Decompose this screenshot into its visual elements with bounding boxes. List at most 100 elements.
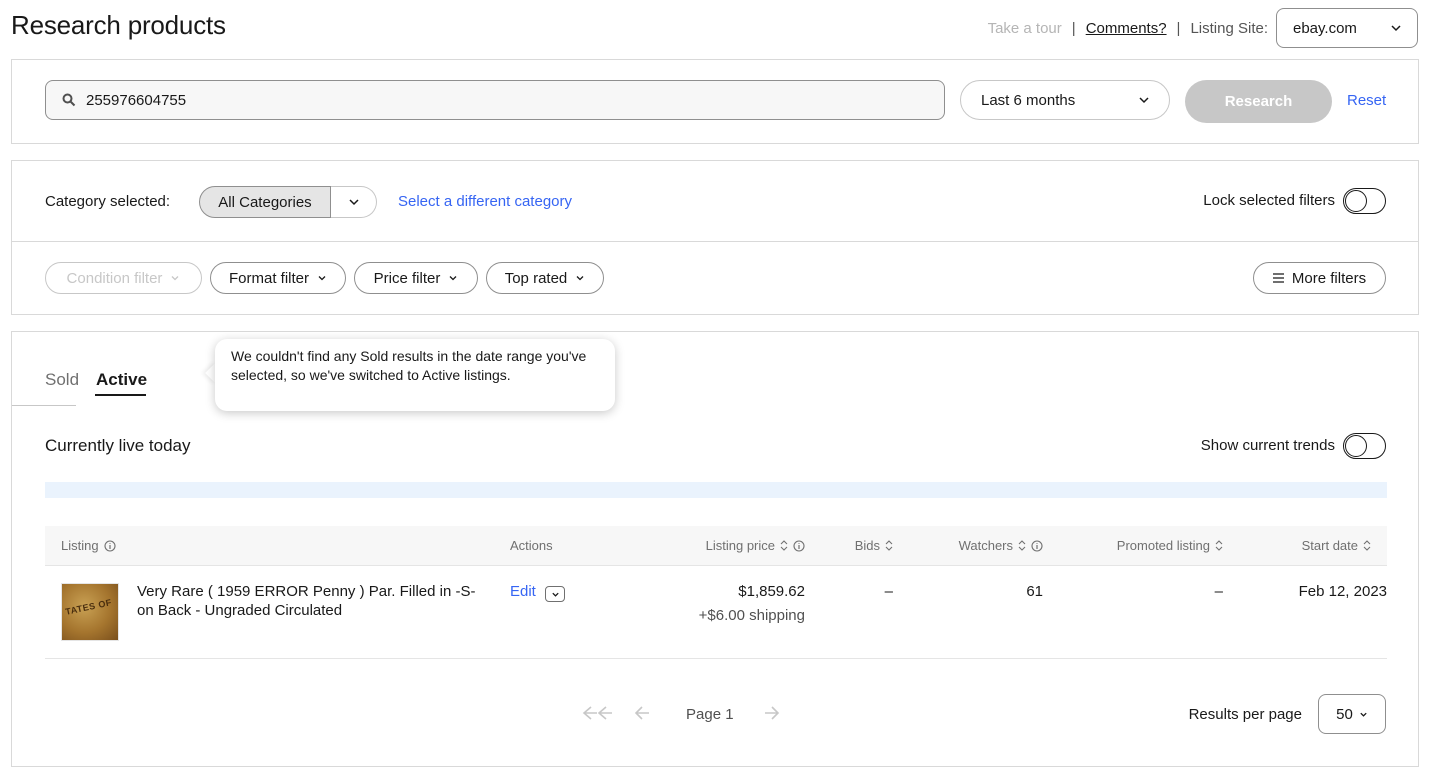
- date-range-select[interactable]: Last 6 months: [960, 80, 1170, 120]
- shipping-cost: +$6.00 shipping: [698, 607, 805, 624]
- info-icon[interactable]: [104, 539, 116, 552]
- chevron-down-icon: [348, 199, 359, 206]
- lock-filters-label: Lock selected filters: [1203, 192, 1335, 209]
- price-filter-button[interactable]: Price filter: [354, 262, 478, 294]
- column-header-watchers[interactable]: Watchers: [959, 538, 1043, 553]
- listing-thumbnail[interactable]: TATES OF: [61, 583, 119, 641]
- sort-icon[interactable]: [1363, 539, 1371, 552]
- chevron-down-icon: [171, 276, 179, 281]
- separator: |: [1071, 19, 1076, 37]
- show-trends-label: Show current trends: [1200, 437, 1335, 454]
- page-title: Research products: [11, 10, 226, 40]
- chevron-down-icon: [449, 276, 457, 281]
- chevron-down-icon: [318, 276, 326, 281]
- research-button[interactable]: Research: [1185, 80, 1332, 123]
- edit-link[interactable]: Edit: [510, 583, 536, 600]
- date-range-value: Last 6 months: [981, 91, 1076, 109]
- tab-sold[interactable]: Sold: [45, 370, 79, 390]
- top-rated-label: Top rated: [504, 269, 568, 287]
- column-header-start-date[interactable]: Start date: [1302, 538, 1371, 553]
- condition-filter-button[interactable]: Condition filter: [45, 262, 202, 294]
- select-different-category-link[interactable]: Select a different category: [398, 193, 572, 210]
- chevron-down-icon: [1139, 97, 1149, 104]
- promoted-value: –: [1214, 583, 1223, 600]
- column-label: Watchers: [958, 538, 1013, 553]
- table-header: Listing Actions Listing price Bids Watch…: [45, 526, 1387, 566]
- column-label: Listing price: [705, 538, 775, 553]
- format-filter-button[interactable]: Format filter: [210, 262, 346, 294]
- more-filters-button[interactable]: More filters: [1253, 262, 1386, 294]
- category-label: Category selected:: [45, 193, 171, 210]
- sort-icon[interactable]: [1018, 539, 1026, 552]
- active-tab-indicator: [95, 394, 146, 396]
- tab-active[interactable]: Active: [96, 370, 147, 390]
- reset-link[interactable]: Reset: [1347, 92, 1386, 109]
- column-header-listing-price[interactable]: Listing price: [706, 538, 805, 553]
- column-header-bids[interactable]: Bids: [855, 538, 893, 553]
- lock-filters-toggle[interactable]: [1343, 188, 1386, 214]
- take-a-tour-link[interactable]: Take a tour: [988, 20, 1062, 37]
- comments-link[interactable]: Comments?: [1086, 20, 1167, 37]
- start-date-value: Feb 12, 2023: [1298, 583, 1387, 600]
- sort-icon[interactable]: [780, 539, 788, 552]
- listing-title[interactable]: Very Rare ( 1959 ERROR Penny ) Par. Fill…: [137, 582, 487, 620]
- column-header-promoted[interactable]: Promoted listing: [1117, 538, 1223, 553]
- listing-site-value: ebay.com: [1293, 19, 1357, 37]
- category-selector: All Categories: [199, 186, 377, 218]
- column-header-actions: Actions: [510, 538, 553, 553]
- separator: |: [1176, 19, 1181, 37]
- search-panel: Last 6 months Research Reset: [11, 59, 1419, 144]
- first-page-icon[interactable]: [582, 705, 614, 721]
- section-title: Currently live today: [45, 436, 191, 455]
- results-per-page-label: Results per page: [1188, 706, 1302, 723]
- top-links: Take a tour | Comments? | Listing Site: …: [988, 8, 1418, 48]
- edit-dropdown-button[interactable]: [545, 586, 565, 602]
- menu-icon: [1272, 273, 1284, 283]
- column-label: Promoted listing: [1116, 538, 1210, 553]
- column-label: Listing: [61, 538, 99, 553]
- condition-filter-label: Condition filter: [66, 269, 163, 287]
- table-row: TATES OF Very Rare ( 1959 ERROR Penny ) …: [45, 566, 1387, 659]
- listing-site-label: Listing Site:: [1190, 19, 1268, 37]
- chevron-down-icon: [1391, 25, 1401, 32]
- column-label: Start date: [1301, 538, 1358, 553]
- page-label: Page 1: [686, 706, 734, 723]
- filter-panel: Category selected: All Categories Select…: [11, 160, 1419, 315]
- more-filters-label: More filters: [1291, 269, 1367, 287]
- chevron-down-icon: [576, 276, 584, 281]
- results-panel: Sold Active We couldn't find any Sold re…: [11, 331, 1419, 767]
- search-input[interactable]: [86, 91, 886, 109]
- chevron-down-icon: [1360, 712, 1367, 717]
- sort-icon[interactable]: [1215, 539, 1223, 552]
- column-label: Actions: [510, 538, 553, 553]
- show-trends-toggle[interactable]: [1343, 433, 1386, 459]
- bids-value: –: [884, 583, 893, 600]
- listing-site-select[interactable]: ebay.com: [1276, 8, 1418, 48]
- next-page-icon[interactable]: [764, 705, 780, 721]
- info-bar: [45, 482, 1387, 498]
- switched-to-active-tooltip: We couldn't find any Sold results in the…: [215, 339, 615, 411]
- search-box[interactable]: [45, 80, 945, 120]
- category-dropdown-button[interactable]: [331, 186, 377, 218]
- results-per-page-value: 50: [1336, 705, 1353, 723]
- listing-price: $1,859.62: [738, 583, 805, 600]
- tab-baseline: [12, 405, 76, 406]
- coin-image: TATES OF: [64, 597, 113, 617]
- column-header-listing: Listing: [61, 538, 116, 553]
- top-rated-filter-button[interactable]: Top rated: [486, 262, 604, 294]
- info-icon[interactable]: [793, 539, 805, 552]
- divider: [12, 241, 1418, 242]
- results-per-page-select[interactable]: 50: [1318, 694, 1386, 734]
- search-icon: [62, 93, 76, 107]
- price-filter-label: Price filter: [373, 269, 441, 287]
- toggle-knob: [1345, 435, 1367, 457]
- watchers-value: 61: [1026, 583, 1043, 600]
- info-icon[interactable]: [1031, 539, 1043, 552]
- chevron-down-icon: [551, 592, 559, 597]
- previous-page-icon[interactable]: [634, 705, 650, 721]
- format-filter-label: Format filter: [228, 269, 309, 287]
- sort-icon[interactable]: [885, 539, 893, 552]
- column-label: Bids: [854, 538, 880, 553]
- toggle-knob: [1345, 190, 1367, 212]
- category-button[interactable]: All Categories: [199, 186, 331, 218]
